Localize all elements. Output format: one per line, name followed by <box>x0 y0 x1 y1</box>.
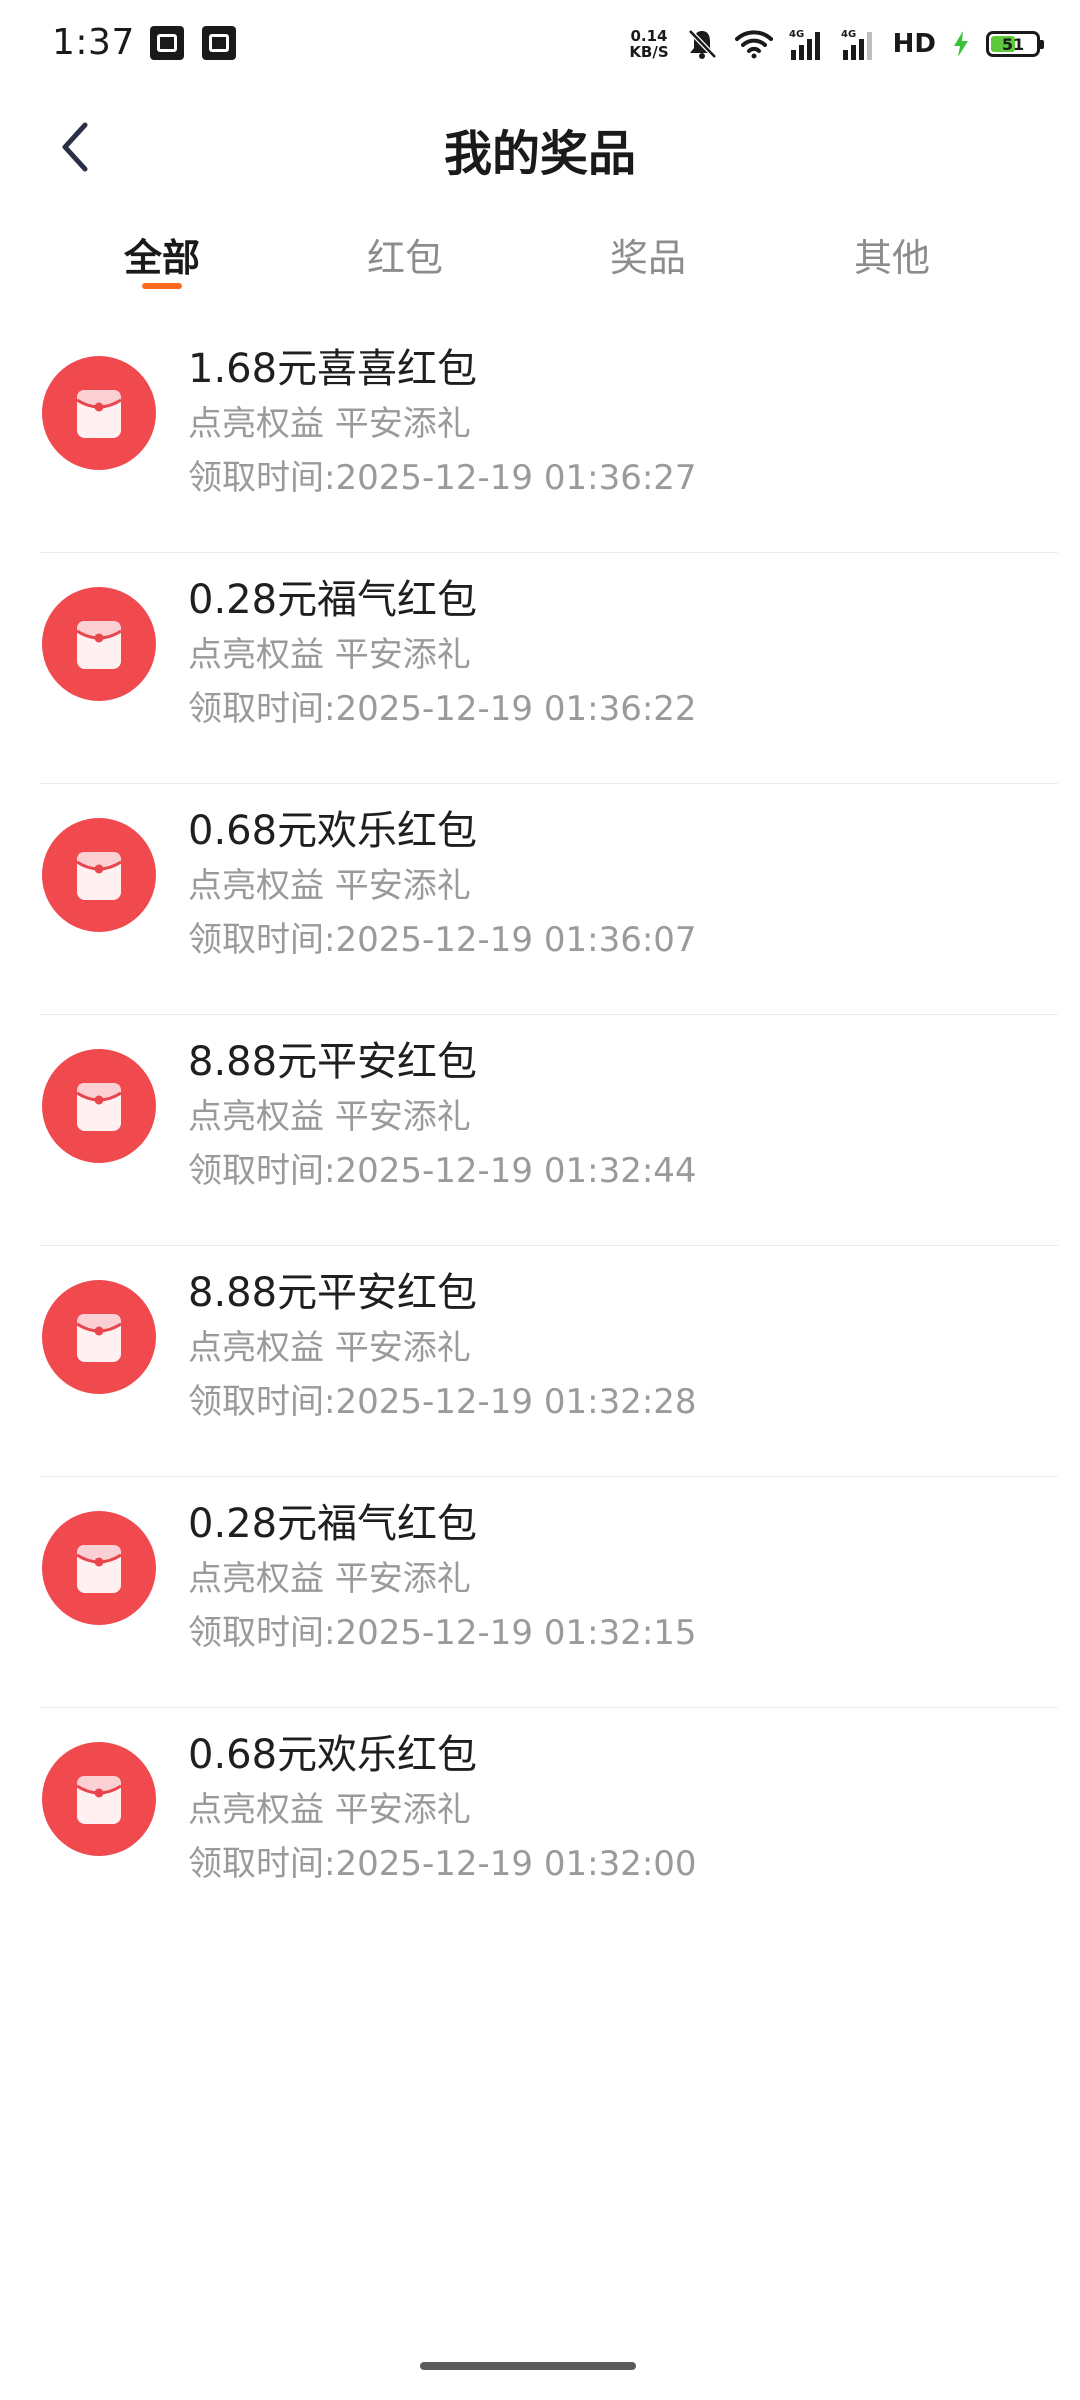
red-envelope-icon <box>42 1511 156 1625</box>
tab-prizes[interactable]: 奖品 <box>568 227 728 282</box>
prize-claim-time: 领取时间:2025-12-19 01:32:28 <box>188 1382 697 1422</box>
signal-4g-icon: 4G <box>841 28 877 60</box>
network-speed: 0.14 KB/S <box>629 28 668 60</box>
status-time: 1:37 <box>52 22 135 63</box>
prize-title: 0.68元欢乐红包 <box>188 808 478 854</box>
prize-source: 点亮权益 平安添礼 <box>188 866 471 906</box>
page-title: 我的奖品 <box>443 126 636 182</box>
signal-4g-icon: 4G <box>789 28 825 60</box>
prize-list-item[interactable]: 8.88元平安红包 点亮权益 平安添礼 领取时间:2025-12-19 01:3… <box>0 1246 1080 1477</box>
prize-claim-time: 领取时间:2025-12-19 01:36:27 <box>188 458 697 498</box>
prize-claim-time: 领取时间:2025-12-19 01:36:22 <box>188 689 697 729</box>
prize-list-item[interactable]: 1.68元喜喜红包 点亮权益 平安添礼 领取时间:2025-12-19 01:3… <box>0 322 1080 553</box>
wifi-icon <box>734 29 773 59</box>
app-notification-icon <box>150 26 184 60</box>
red-envelope-icon <box>42 1280 156 1394</box>
tab-red-envelopes[interactable]: 红包 <box>325 227 485 282</box>
prize-claim-time: 领取时间:2025-12-19 01:36:07 <box>188 920 697 960</box>
header: 我的奖品 <box>0 92 1080 202</box>
hd-label: HD <box>892 29 936 59</box>
prize-source: 点亮权益 平安添礼 <box>188 1328 471 1368</box>
tab-all[interactable]: 全部 <box>82 227 242 282</box>
prize-source: 点亮权益 平安添礼 <box>188 1790 471 1830</box>
prize-title: 0.28元福气红包 <box>188 1501 478 1547</box>
tab-other[interactable]: 其他 <box>812 227 972 282</box>
prize-list-item[interactable]: 0.28元福气红包 点亮权益 平安添礼 领取时间:2025-12-19 01:3… <box>0 553 1080 784</box>
prize-title: 1.68元喜喜红包 <box>188 346 478 392</box>
svg-text:4G: 4G <box>789 29 804 40</box>
prize-source: 点亮权益 平安添礼 <box>188 404 471 444</box>
prize-claim-time: 领取时间:2025-12-19 01:32:00 <box>188 1844 697 1884</box>
prize-title: 8.88元平安红包 <box>188 1039 478 1085</box>
red-envelope-icon <box>42 587 156 701</box>
prize-claim-time: 领取时间:2025-12-19 01:32:44 <box>188 1151 697 1191</box>
red-envelope-icon <box>42 356 156 470</box>
status-bar: 1:37 0.14 KB/S 4G 4G HD 51 <box>0 0 1080 92</box>
prize-title: 8.88元平安红包 <box>188 1270 478 1316</box>
red-envelope-icon <box>42 1742 156 1856</box>
network-speed-value: 0.14 <box>630 27 668 45</box>
prize-title: 0.68元欢乐红包 <box>188 1732 478 1778</box>
prize-source: 点亮权益 平安添礼 <box>188 1559 471 1599</box>
status-icons: 0.14 KB/S 4G 4G HD 51 <box>629 26 1044 62</box>
app-notification-icon <box>202 26 236 60</box>
battery-level: 51 <box>1001 34 1025 54</box>
prize-list-item[interactable]: 8.88元平安红包 点亮权益 平安添礼 领取时间:2025-12-19 01:3… <box>0 1015 1080 1246</box>
prize-list-item[interactable]: 0.68元欢乐红包 点亮权益 平安添礼 领取时间:2025-12-19 01:3… <box>0 1708 1080 1939</box>
active-tab-indicator <box>142 283 182 289</box>
prize-source: 点亮权益 平安添礼 <box>188 1097 471 1137</box>
tab-bar: 全部 红包 奖品 其他 <box>0 215 1080 305</box>
svg-text:4G: 4G <box>841 29 856 40</box>
home-indicator[interactable] <box>420 2362 636 2370</box>
red-envelope-icon <box>42 818 156 932</box>
mute-icon <box>685 27 719 61</box>
red-envelope-icon <box>42 1049 156 1163</box>
prize-list: 1.68元喜喜红包 点亮权益 平安添礼 领取时间:2025-12-19 01:3… <box>0 322 1080 1939</box>
prize-title: 0.28元福气红包 <box>188 577 478 623</box>
prize-source: 点亮权益 平安添礼 <box>188 635 471 675</box>
charging-icon <box>952 30 970 58</box>
prize-list-item[interactable]: 0.28元福气红包 点亮权益 平安添礼 领取时间:2025-12-19 01:3… <box>0 1477 1080 1708</box>
battery-icon: 51 <box>986 31 1044 57</box>
prize-claim-time: 领取时间:2025-12-19 01:32:15 <box>188 1613 697 1653</box>
network-speed-unit: KB/S <box>629 43 669 61</box>
prize-list-item[interactable]: 0.68元欢乐红包 点亮权益 平安添礼 领取时间:2025-12-19 01:3… <box>0 784 1080 1015</box>
